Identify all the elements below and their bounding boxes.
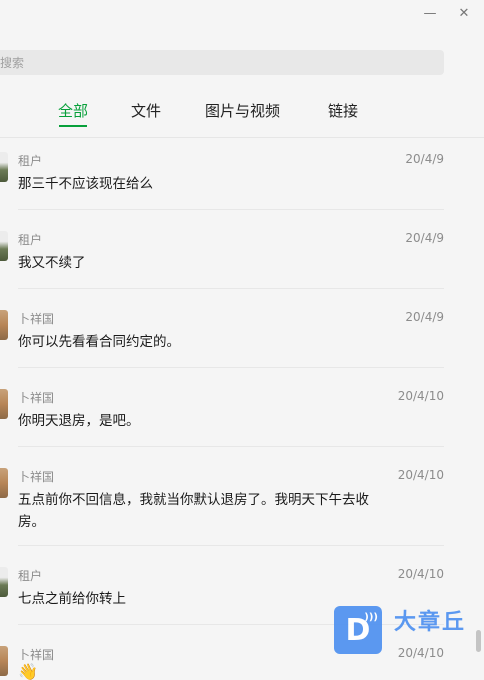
message-date: 20/4/10 — [397, 567, 444, 581]
avatar — [0, 231, 8, 261]
message-date: 20/4/10 — [397, 389, 444, 403]
sender-name: 租户 — [18, 154, 43, 168]
close-button[interactable]: ✕ — [452, 4, 476, 22]
scrollbar-thumb[interactable] — [476, 630, 481, 652]
minimize-button[interactable]: — — [418, 4, 442, 22]
avatar — [0, 468, 8, 498]
message-text: 七点之前给你转上 — [18, 591, 126, 607]
list-item[interactable]: 卜祥国 20/4/10 五点前你不回信息，我就当你默认退房了。我明天下午去收房。 — [0, 454, 444, 546]
chat-history-window: — ✕ 全部 文件 图片与视频 链接 租户 20/4/9 那三千不应该现在给么 … — [0, 0, 484, 680]
watermark-text: 大章丘 — [394, 610, 467, 635]
watermark: D ))) 大章丘 — [334, 606, 466, 654]
tab-files[interactable]: 文件 — [131, 100, 161, 121]
avatar — [0, 567, 8, 597]
message-text: 五点前你不回信息，我就当你默认退房了。我明天下午去收房。 — [18, 492, 369, 530]
message-text: 你可以先看看合同约定的。 — [18, 334, 180, 350]
tab-links[interactable]: 链接 — [328, 100, 358, 121]
tab-images-videos[interactable]: 图片与视频 — [205, 100, 280, 121]
watermark-logo-icon: D ))) — [334, 606, 382, 654]
message-text: 那三千不应该现在给么 — [18, 176, 153, 192]
search-bar — [0, 50, 444, 75]
sender-name: 租户 — [18, 233, 43, 247]
avatar — [0, 646, 8, 676]
message-date: 20/4/9 — [405, 310, 444, 324]
tab-all[interactable]: 全部 — [58, 100, 88, 127]
sender-name: 租户 — [18, 569, 43, 583]
list-item[interactable]: 卜祥国 20/4/9 你可以先看看合同约定的。 — [0, 296, 444, 368]
sender-name: 卜祥国 — [18, 470, 55, 484]
search-input[interactable] — [0, 54, 302, 71]
message-date: 20/4/9 — [405, 231, 444, 245]
avatar — [0, 389, 8, 419]
sender-name: 卜祥国 — [18, 391, 55, 405]
list-item[interactable]: 租户 20/4/9 那三千不应该现在给么 — [0, 138, 444, 210]
divider — [18, 288, 444, 289]
sender-name: 卜祥国 — [18, 312, 55, 326]
list-item[interactable]: 租户 20/4/9 我又不续了 — [0, 217, 444, 289]
minimize-icon: — — [423, 5, 437, 21]
wave-emoji-icon: 👋 — [18, 662, 38, 680]
list-item[interactable]: 卜祥国 20/4/10 你明天退房，是吧。 — [0, 375, 444, 447]
message-text: 你明天退房，是吧。 — [18, 413, 140, 429]
message-text: 我又不续了 — [18, 255, 86, 271]
sender-name: 卜祥国 — [18, 648, 55, 662]
divider — [18, 209, 444, 210]
close-icon: ✕ — [458, 5, 470, 21]
window-controls: — ✕ — [418, 4, 476, 22]
avatar — [0, 152, 8, 182]
filter-tabs: 全部 文件 图片与视频 链接 — [0, 97, 484, 138]
divider — [18, 446, 444, 447]
divider — [18, 367, 444, 368]
avatar — [0, 310, 8, 340]
message-date: 20/4/9 — [405, 152, 444, 166]
divider — [18, 545, 444, 546]
message-date: 20/4/10 — [397, 468, 444, 482]
